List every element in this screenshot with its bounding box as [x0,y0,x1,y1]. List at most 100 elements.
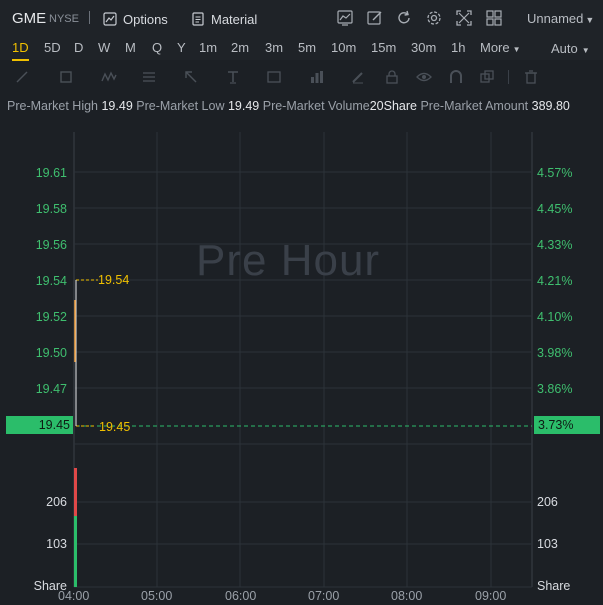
low-marker-label: 19.45 [99,420,131,434]
period-30m[interactable]: 30m [411,40,436,55]
price-tick: 19.58 [35,202,67,216]
layout-selector[interactable]: Unnamed ▼ [527,11,594,26]
price-tick: 19.50 [35,346,67,360]
volume-tick: 103 [537,537,558,551]
top-toolbar: GME NYSE Options Material Unnamed ▼ [0,0,603,36]
volume-tick: 206 [46,495,67,509]
price-tick: 19.54 [35,274,67,288]
amount-label: Pre-Market Amount [420,99,529,113]
period-5m[interactable]: 5m [298,40,316,55]
chart-style-icon[interactable] [336,9,354,27]
volume-bar [74,516,77,587]
options-button[interactable]: Options [103,10,168,28]
ticker-symbol[interactable]: GME [12,10,46,27]
options-label: Options [123,11,168,27]
percent-tick: 4.21% [537,274,573,288]
high-label: Pre-Market High [7,99,98,113]
period-y[interactable]: Y [177,40,186,55]
period-1d[interactable]: 1D [12,40,29,61]
period-5d[interactable]: 5D [44,40,61,55]
amount-value: 389.80 [531,99,570,113]
price-gridlines [74,171,532,588]
volume-tick: 206 [537,495,558,509]
time-tick: 09:00 [475,589,507,603]
material-button[interactable]: Material [191,10,257,28]
period-w[interactable]: W [98,40,110,55]
copy-icon[interactable] [479,69,495,85]
wave-tool-icon[interactable] [101,69,117,85]
chevron-down-icon: ▼ [581,46,590,55]
price-tick: 19.61 [35,166,67,180]
percent-tick: 4.10% [537,310,573,324]
current-price-badge: 19.45 [6,416,73,434]
more-periods-button[interactable]: More ▼ [480,40,521,55]
time-tick: 08:00 [391,589,423,603]
fullscreen-icon[interactable] [455,9,473,27]
eye-icon[interactable] [416,69,432,85]
volume-label: Pre-Market Volume [262,99,370,113]
low-label: Pre-Market Low [136,99,225,113]
volume-value: 20Share [369,99,417,113]
period-bar: 1D 5D D W M Q Y 1m 2m 3m 5m 10m 15m 30m … [0,36,603,61]
draw-icon[interactable] [366,9,384,27]
period-3m[interactable]: 3m [265,40,283,55]
price-chart[interactable]: Pre Hour 19.61 19.58 19.56 19.54 19.52 1… [0,132,603,605]
high-marker-label: 19.54 [98,273,130,287]
period-d[interactable]: D [74,40,83,55]
chart-watermark: Pre Hour [196,236,381,285]
price-tick: 19.47 [35,382,67,396]
text-box-tool-icon[interactable] [266,69,282,85]
percent-tick: 3.86% [537,382,573,396]
volume-unit: Share [537,579,571,593]
current-percent-badge: 3.73% [534,416,600,434]
percent-tick: 4.57% [537,166,573,180]
options-chart-icon [103,12,117,26]
period-1h[interactable]: 1h [451,40,465,55]
line-tool-icon[interactable] [14,69,30,85]
grid-icon[interactable] [485,9,503,27]
time-tick: 04:00 [58,589,90,603]
exchange-label: NYSE [49,13,79,25]
low-value: 19.49 [227,99,260,113]
magnet-icon[interactable] [448,69,464,85]
document-icon [192,12,204,26]
period-1m[interactable]: 1m [199,40,217,55]
period-15m[interactable]: 15m [371,40,396,55]
price-tick: 19.56 [35,238,67,252]
caret-down-icon: ▼ [512,45,521,54]
chevron-down-icon: ▼ [585,15,595,25]
layout-name: Unnamed [527,11,584,26]
settings-icon[interactable] [425,9,443,27]
volume-tick: 103 [46,537,67,551]
rect-tool-icon[interactable] [58,69,74,85]
auto-scale-button[interactable]: Auto ▼ [551,41,590,56]
divider [89,11,90,24]
period-m[interactable]: M [125,40,136,55]
period-q[interactable]: Q [152,40,162,55]
time-tick: 06:00 [225,589,257,603]
time-gridlines [156,132,492,587]
more-label: More [480,40,510,55]
divider [508,70,509,84]
period-2m[interactable]: 2m [231,40,249,55]
period-10m[interactable]: 10m [331,40,356,55]
pen-tool-icon[interactable] [350,69,366,85]
fib-tool-icon[interactable] [141,69,157,85]
chart-svg[interactable] [0,132,603,605]
pre-market-info: Pre-Market High 19.49 Pre-Market Low 19.… [0,96,603,118]
auto-label: Auto [551,41,578,56]
delete-icon[interactable] [523,69,539,85]
price-tick: 19.52 [35,310,67,324]
lock-icon[interactable] [384,69,400,85]
percent-tick: 4.33% [537,238,573,252]
time-tick: 05:00 [141,589,173,603]
text-tool-icon[interactable] [225,69,241,85]
percent-tick: 4.45% [537,202,573,216]
high-value: 19.49 [101,99,133,113]
refresh-icon[interactable] [395,9,413,27]
time-tick: 07:00 [308,589,340,603]
percent-tick: 3.98% [537,346,573,360]
material-label: Material [211,11,258,27]
arrow-tool-icon[interactable] [183,69,199,85]
measure-tool-icon[interactable] [309,69,325,85]
